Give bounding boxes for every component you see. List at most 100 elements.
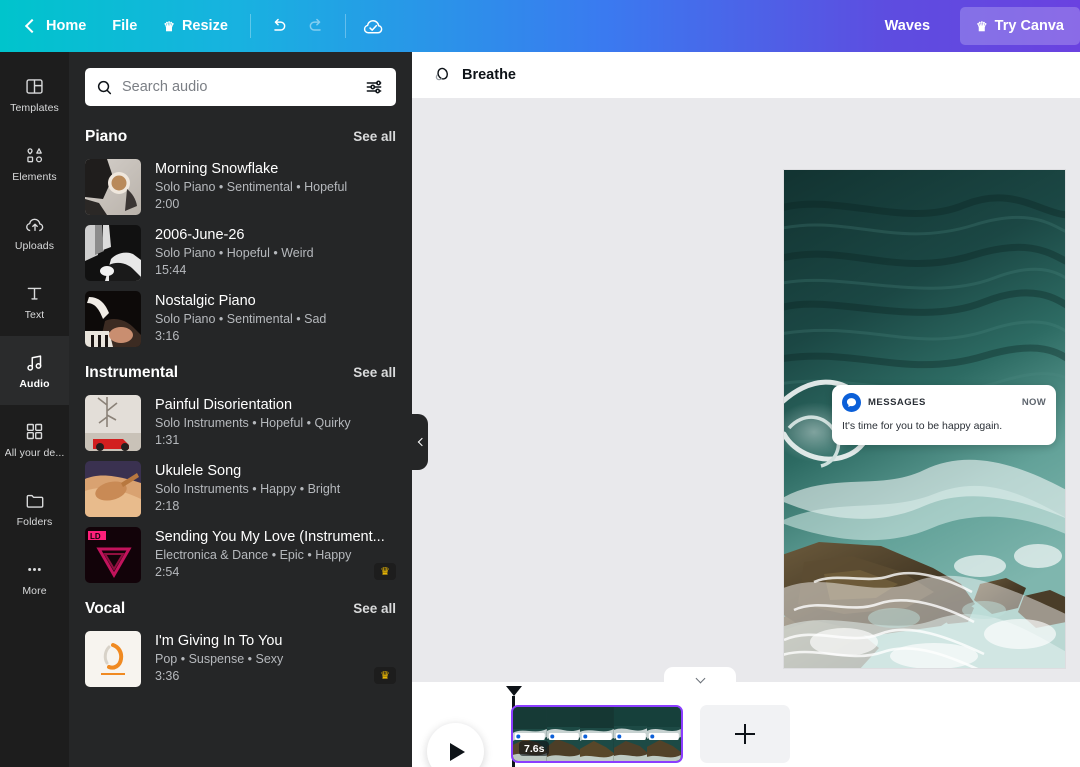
sidebar-item-elements[interactable]: Elements (0, 129, 69, 198)
resize-button[interactable]: ♛ Resize (150, 11, 241, 41)
track-row[interactable]: I'm Giving In To You Pop • Suspense • Se… (69, 626, 412, 692)
undo-button[interactable] (260, 9, 298, 43)
track-tags: Pop • Suspense • Sexy (155, 652, 284, 666)
audio-note-icon (24, 352, 46, 374)
clip-frame (647, 707, 681, 761)
track-meta: Sending You My Love (Instrument... Elect… (155, 527, 396, 581)
track-tags: Solo Instruments • Happy • Bright (155, 482, 341, 496)
editor-main: Breathe MESSAGES NOW It's time for you t… (412, 52, 1080, 767)
redo-arrow-icon (310, 18, 322, 31)
track-row[interactable]: 2006-June-26 Solo Piano • Hopeful • Weir… (69, 220, 412, 286)
sidebar-label: All your de... (4, 447, 65, 459)
sidebar-item-audio[interactable]: Audio (0, 336, 69, 405)
pro-badge: ♛ (374, 563, 396, 580)
redo-button[interactable] (298, 9, 336, 43)
collapse-timeline-button[interactable] (664, 667, 736, 685)
clip-frame (546, 707, 581, 761)
try-canva-label: Try Canva (994, 18, 1064, 34)
chevron-left-icon (417, 437, 426, 447)
folder-icon (24, 490, 46, 512)
track-meta: Nostalgic Piano Solo Piano • Sentimental… (155, 291, 396, 345)
search-input[interactable] (114, 79, 362, 95)
notification-body: It's time for you to be happy again. (842, 420, 1003, 432)
page-1[interactable]: MESSAGES NOW It's time for you to be hap… (784, 170, 1065, 668)
waves-project-button[interactable]: Waves (869, 10, 946, 42)
track-tags: Solo Piano • Sentimental • Hopeful (155, 180, 348, 194)
track-row[interactable]: Painful Disorientation Solo Instruments … (69, 390, 412, 456)
more-dots-icon (24, 559, 45, 581)
collapse-panel-button[interactable] (412, 414, 428, 470)
see-all-link-instrumental[interactable]: See all (353, 365, 396, 380)
track-row[interactable]: Morning Snowflake Solo Piano • Sentiment… (69, 154, 412, 220)
toolbar-divider-2 (344, 14, 346, 38)
track-thumbnail (85, 395, 141, 451)
design-canvas[interactable]: MESSAGES NOW It's time for you to be hap… (412, 98, 1080, 682)
track-meta: 2006-June-26 Solo Piano • Hopeful • Weir… (155, 225, 396, 279)
see-all-link-piano[interactable]: See all (353, 129, 396, 144)
toolbar-right-group: Waves ♛ Try Canva (869, 7, 1080, 45)
track-row[interactable]: LD Sending You My Love (Instrument... El… (69, 522, 412, 588)
left-sidebar-rail: Templates Elements Uploads Text Audio Al… (0, 52, 69, 767)
track-thumbnail (85, 631, 141, 687)
track-tags: Solo Piano • Hopeful • Weird (155, 246, 314, 260)
see-all-link-vocal[interactable]: See all (353, 601, 396, 616)
section-header-vocal: Vocal See all (69, 588, 412, 626)
track-duration: 3:16 (155, 329, 180, 343)
section-title: Instrumental (85, 364, 179, 381)
chevron-left-icon (24, 18, 40, 34)
section-header-instrumental: Instrumental See all (69, 352, 412, 390)
track-duration: 15:44 (155, 263, 187, 277)
clip-duration-badge: 7.6s (519, 741, 550, 756)
search-box[interactable] (85, 68, 396, 106)
sidebar-label: Audio (19, 378, 50, 390)
message-notification-card[interactable]: MESSAGES NOW It's time for you to be hap… (832, 385, 1056, 445)
add-page-button[interactable] (700, 705, 790, 763)
track-thumbnail (85, 225, 141, 281)
playhead-handle[interactable] (506, 686, 522, 696)
sidebar-label: Folders (16, 516, 53, 528)
track-row[interactable]: Ukulele Song Solo Instruments • Happy • … (69, 456, 412, 522)
sidebar-label: Templates (10, 102, 59, 114)
try-canva-pro-button[interactable]: ♛ Try Canva (960, 7, 1080, 45)
track-meta: I'm Giving In To You Pop • Suspense • Se… (155, 631, 396, 685)
track-duration: 2:18 (155, 499, 180, 513)
section-header-piano: Piano See all (69, 116, 412, 154)
track-thumbnail (85, 461, 141, 517)
text-icon (24, 283, 45, 305)
canva-editor-window: Home File ♛ Resize Waves ♛ Try Canva Tem… (0, 0, 1080, 767)
sidebar-item-folders[interactable]: Folders (0, 474, 69, 543)
sidebar-item-templates[interactable]: Templates (0, 60, 69, 129)
filter-button[interactable] (362, 75, 386, 99)
elements-icon (24, 145, 46, 167)
track-name: Sending You My Love (Instrument... (155, 529, 385, 545)
cloud-saved-icon (364, 19, 383, 33)
file-menu-button[interactable]: File (99, 11, 150, 41)
messages-bubble-icon (842, 393, 861, 412)
notification-timestamp: NOW (1021, 397, 1046, 408)
play-button[interactable] (427, 723, 484, 767)
sidebar-item-all-your-designs[interactable]: All your de... (0, 405, 69, 474)
track-tags: Electronica & Dance • Epic • Happy (155, 548, 352, 562)
sidebar-item-more[interactable]: More (0, 543, 69, 612)
svg-text:LD: LD (90, 532, 101, 541)
track-duration: 2:00 (155, 197, 180, 211)
track-name: 2006-June-26 (155, 227, 245, 243)
section-title: Vocal (85, 600, 126, 617)
sidebar-label: Elements (12, 171, 57, 183)
track-row[interactable]: Nostalgic Piano Solo Piano • Sentimental… (69, 286, 412, 352)
document-header: Breathe (412, 52, 1080, 98)
sidebar-item-uploads[interactable]: Uploads (0, 198, 69, 267)
play-icon (450, 742, 465, 761)
home-button[interactable]: Home (14, 11, 99, 41)
track-duration: 2:54 (155, 565, 180, 579)
crown-icon: ♛ (380, 566, 390, 578)
clip-frame (580, 707, 614, 761)
track-meta: Painful Disorientation Solo Instruments … (155, 395, 396, 449)
track-name: Ukulele Song (155, 463, 242, 479)
track-meta: Ukulele Song Solo Instruments • Happy • … (155, 461, 396, 515)
sidebar-item-text[interactable]: Text (0, 267, 69, 336)
toolbar-divider (249, 14, 251, 38)
cloud-save-status-button[interactable] (355, 9, 393, 43)
track-name: Morning Snowflake (155, 161, 279, 177)
timeline-video-clip[interactable]: 7.6s (511, 705, 683, 763)
